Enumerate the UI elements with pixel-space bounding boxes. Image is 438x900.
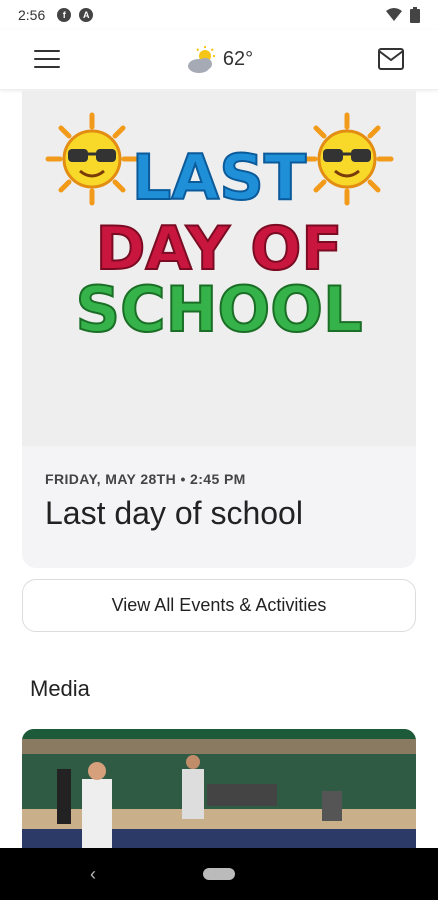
media-thumbnail[interactable] [22, 729, 416, 848]
event-banner-image: LAST DAY OF SCHOOL [22, 91, 416, 446]
temperature-label: 62° [222, 48, 254, 70]
status-bar: 2:56 f A [0, 0, 438, 30]
menu-icon[interactable] [34, 50, 60, 70]
event-date: FRIDAY, MAY 28TH • 2:45 PM [45, 471, 246, 487]
feed-scroll[interactable]: LAST DAY OF SCHOOL FRIDAY, MAY 28TH • 2:… [0, 91, 438, 848]
app-bar: 62° [0, 30, 438, 90]
wifi-icon [386, 8, 402, 21]
notification-icon: A [79, 8, 94, 22]
event-title: Last day of school [45, 495, 303, 531]
notification-icon: f [57, 8, 72, 22]
media-section-title: Media [30, 676, 90, 701]
home-pill[interactable] [203, 868, 235, 880]
battery-icon [410, 7, 420, 23]
system-nav-bar: ‹ [0, 848, 438, 900]
view-all-events-button[interactable]: View All Events & Activities [22, 579, 416, 632]
back-icon[interactable]: ‹ [90, 864, 96, 885]
banner-line-3: SCHOOL [76, 273, 363, 346]
status-time: 2:56 [18, 7, 46, 23]
event-card[interactable]: LAST DAY OF SCHOOL FRIDAY, MAY 28TH • 2:… [22, 91, 416, 568]
mail-icon[interactable] [378, 48, 404, 70]
banner-art: LAST DAY OF SCHOOL [22, 91, 416, 347]
partly-cloudy-icon [187, 45, 215, 73]
gym-photo [22, 729, 416, 848]
banner-line-1: LAST [132, 141, 306, 214]
weather-widget: 62° [185, 45, 254, 74]
status-icons [386, 7, 420, 23]
